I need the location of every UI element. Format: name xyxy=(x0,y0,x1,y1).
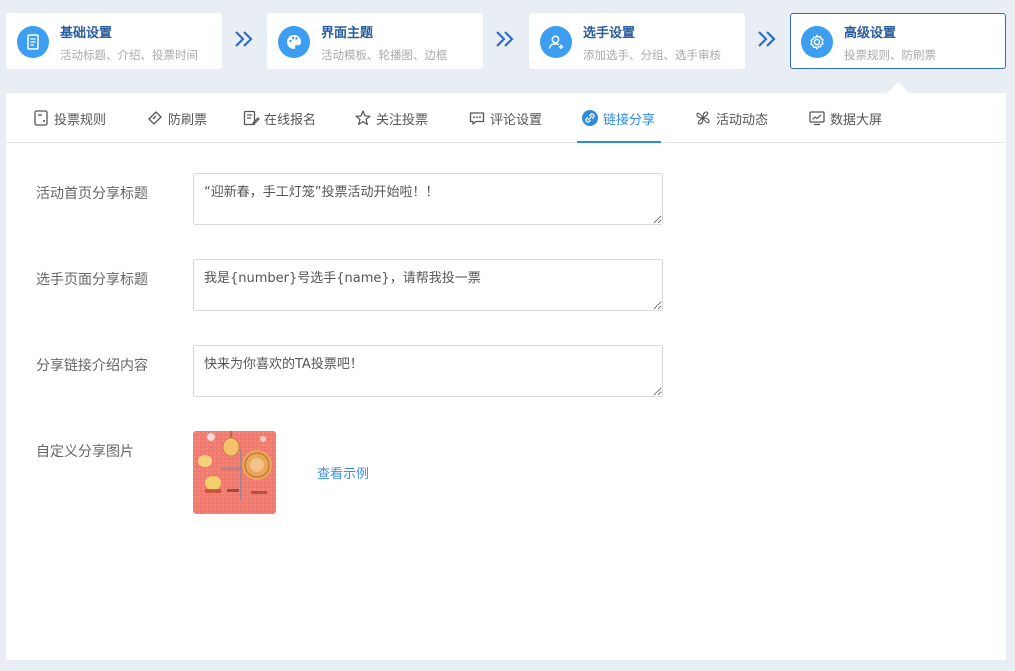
tab-label: 链接分享 xyxy=(603,112,656,128)
comment-icon xyxy=(468,109,486,127)
player-share-title-label: 选手页面分享标题 xyxy=(36,272,148,288)
tab-label: 评论设置 xyxy=(490,112,543,128)
tab-data-screen[interactable]: 数据大屏 xyxy=(808,93,882,143)
monitor-chart-icon xyxy=(808,109,826,127)
tab-online-signup[interactable]: 在线报名 xyxy=(242,93,316,143)
tab-comment-settings[interactable]: 评论设置 xyxy=(468,93,542,143)
step-advanced-settings[interactable]: 高级设置 投票规则、防刷票 xyxy=(790,13,1006,69)
gear-icon xyxy=(801,26,833,58)
share-intro-input[interactable]: 快来为你喜欢的TA投票吧！ xyxy=(193,345,663,397)
steps-bar: 基础设置 活动标题、介绍、投票时间 界面主题 活动模板、轮播图、边框 选手设置 … xyxy=(0,0,1015,93)
share-intro-label: 分享链接介绍内容 xyxy=(36,358,148,374)
double-chevron-right-icon xyxy=(756,28,778,50)
star-icon xyxy=(354,109,372,127)
step-subtitle: 添加选手、分组、选手审核 xyxy=(583,48,721,62)
palette-icon xyxy=(278,26,310,58)
step-player-settings[interactable]: 选手设置 添加选手、分组、选手审核 xyxy=(529,13,745,69)
step-basic-settings[interactable]: 基础设置 活动标题、介绍、投票时间 xyxy=(6,13,222,69)
share-image-thumbnail[interactable] xyxy=(193,431,276,514)
tab-anti-fraud[interactable]: 防刷票 xyxy=(146,93,207,143)
link-icon xyxy=(581,109,599,127)
tab-label: 关注投票 xyxy=(376,112,429,128)
receipt-icon xyxy=(17,26,49,58)
user-add-icon xyxy=(540,26,572,58)
rules-doc-icon xyxy=(32,109,50,127)
tab-label: 防刷票 xyxy=(168,112,208,128)
ticket-icon xyxy=(146,109,164,127)
tab-link-share[interactable]: 链接分享 xyxy=(576,93,662,143)
step-subtitle: 活动标题、介绍、投票时间 xyxy=(60,48,198,62)
step-title: 高级设置 xyxy=(844,26,897,41)
settings-panel: 投票规则 防刷票 在线报名 关注投票 评论设置 链接分享 活动动态 数据大屏 活… xyxy=(6,93,1006,660)
home-share-title-input[interactable]: “迎新春，手工灯笼”投票活动开始啦！！ xyxy=(193,173,663,225)
step-subtitle: 活动模板、轮播图、边框 xyxy=(321,48,448,62)
view-example-link[interactable]: 查看示例 xyxy=(317,463,369,482)
tab-label: 数据大屏 xyxy=(830,112,883,128)
step-title: 选手设置 xyxy=(583,26,636,41)
home-share-title-label: 活动首页分享标题 xyxy=(36,186,148,202)
tab-activity-feed[interactable]: 活动动态 xyxy=(694,93,768,143)
active-step-pointer xyxy=(887,82,909,93)
step-title: 基础设置 xyxy=(60,26,113,41)
tab-label: 在线报名 xyxy=(264,112,317,128)
tab-vote-rules[interactable]: 投票规则 xyxy=(32,93,106,143)
tab-label: 活动动态 xyxy=(716,112,769,128)
step-title: 界面主题 xyxy=(321,26,374,41)
double-chevron-right-icon xyxy=(233,28,255,50)
player-share-title-input[interactable]: 我是{number}号选手{name}，请帮我投一票 xyxy=(193,259,663,311)
settings-tabs: 投票规则 防刷票 在线报名 关注投票 评论设置 链接分享 活动动态 数据大屏 xyxy=(6,93,1006,143)
double-chevron-right-icon xyxy=(494,28,516,50)
pinwheel-icon xyxy=(694,109,712,127)
share-image-label: 自定义分享图片 xyxy=(36,444,134,460)
step-subtitle: 投票规则、防刷票 xyxy=(844,48,936,62)
tab-label: 投票规则 xyxy=(54,112,107,128)
edit-form-icon xyxy=(242,109,260,127)
tab-follow-vote[interactable]: 关注投票 xyxy=(354,93,428,143)
step-ui-theme[interactable]: 界面主题 活动模板、轮播图、边框 xyxy=(267,13,483,69)
